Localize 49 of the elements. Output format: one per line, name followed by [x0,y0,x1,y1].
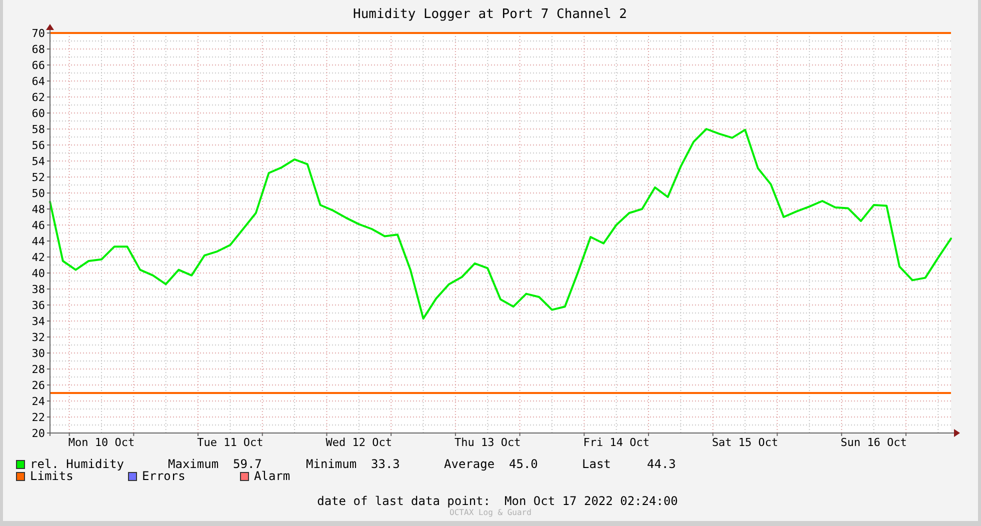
stat-label: Average [444,457,496,471]
y-tick-label: 34 [32,315,45,328]
y-tick-label: 36 [32,299,45,312]
legend-label: Errors [142,469,186,483]
y-tick-label: 64 [32,75,45,88]
y-tick-label: 26 [32,379,45,392]
y-tick-label: 44 [32,235,45,248]
stat-value: 45.0 [509,457,539,471]
y-tick-label: 56 [32,139,45,152]
stat-label: Minimum [306,457,358,471]
last-data-label: date of last data point: [317,494,490,508]
stat-label: Last [582,457,612,471]
y-tick-label: 28 [32,363,45,376]
y-tick-label: 62 [32,91,45,104]
stat-value: 33.3 [371,457,401,471]
stat-label: Maximum [168,457,220,471]
y-tick-label: 42 [32,251,45,264]
y-tick-label: 32 [32,331,45,344]
x-tick-label: Sun 16 Oct [840,436,907,449]
y-tick-label: 58 [32,123,45,136]
y-tick-label: 60 [32,107,45,120]
y-tick-label: 40 [32,267,45,280]
y-tick-label: 52 [32,171,45,184]
x-tick-label: Sat 15 Oct [712,436,778,449]
legend-label: Alarm [254,469,290,483]
x-tick-label: Mon 10 Oct [68,436,135,449]
stat-value: 59.7 [233,457,262,471]
legend-label: Limits [30,469,74,483]
y-tick-label: 38 [32,283,45,296]
y-tick-label: 22 [32,411,45,424]
y-tick-label: 68 [32,43,45,56]
x-tick-label: Thu 13 Oct [454,436,521,449]
y-tick-label: 46 [32,219,45,232]
credit-text: OCTAX Log & Guard [450,508,532,517]
x-tick-label: Fri 14 Oct [583,436,650,449]
y-tick-label: 30 [32,347,45,360]
y-tick-label: 70 [32,27,45,40]
x-tick-label: Wed 12 Oct [326,436,392,449]
y-tick-label: 20 [32,427,45,440]
y-tick-label: 48 [32,203,45,216]
chart-title: Humidity Logger at Port 7 Channel 2 [353,7,627,22]
legend-label: rel. Humidity [30,457,124,471]
y-tick-label: 50 [32,187,45,200]
last-data-date: Mon Oct 17 2022 02:24:00 [504,494,678,508]
y-tick-label: 24 [32,395,45,408]
y-tick-label: 54 [32,155,45,168]
stat-value: 44.3 [647,457,677,471]
x-tick-label: Tue 11 Oct [197,436,264,449]
y-tick-label: 66 [32,59,45,72]
